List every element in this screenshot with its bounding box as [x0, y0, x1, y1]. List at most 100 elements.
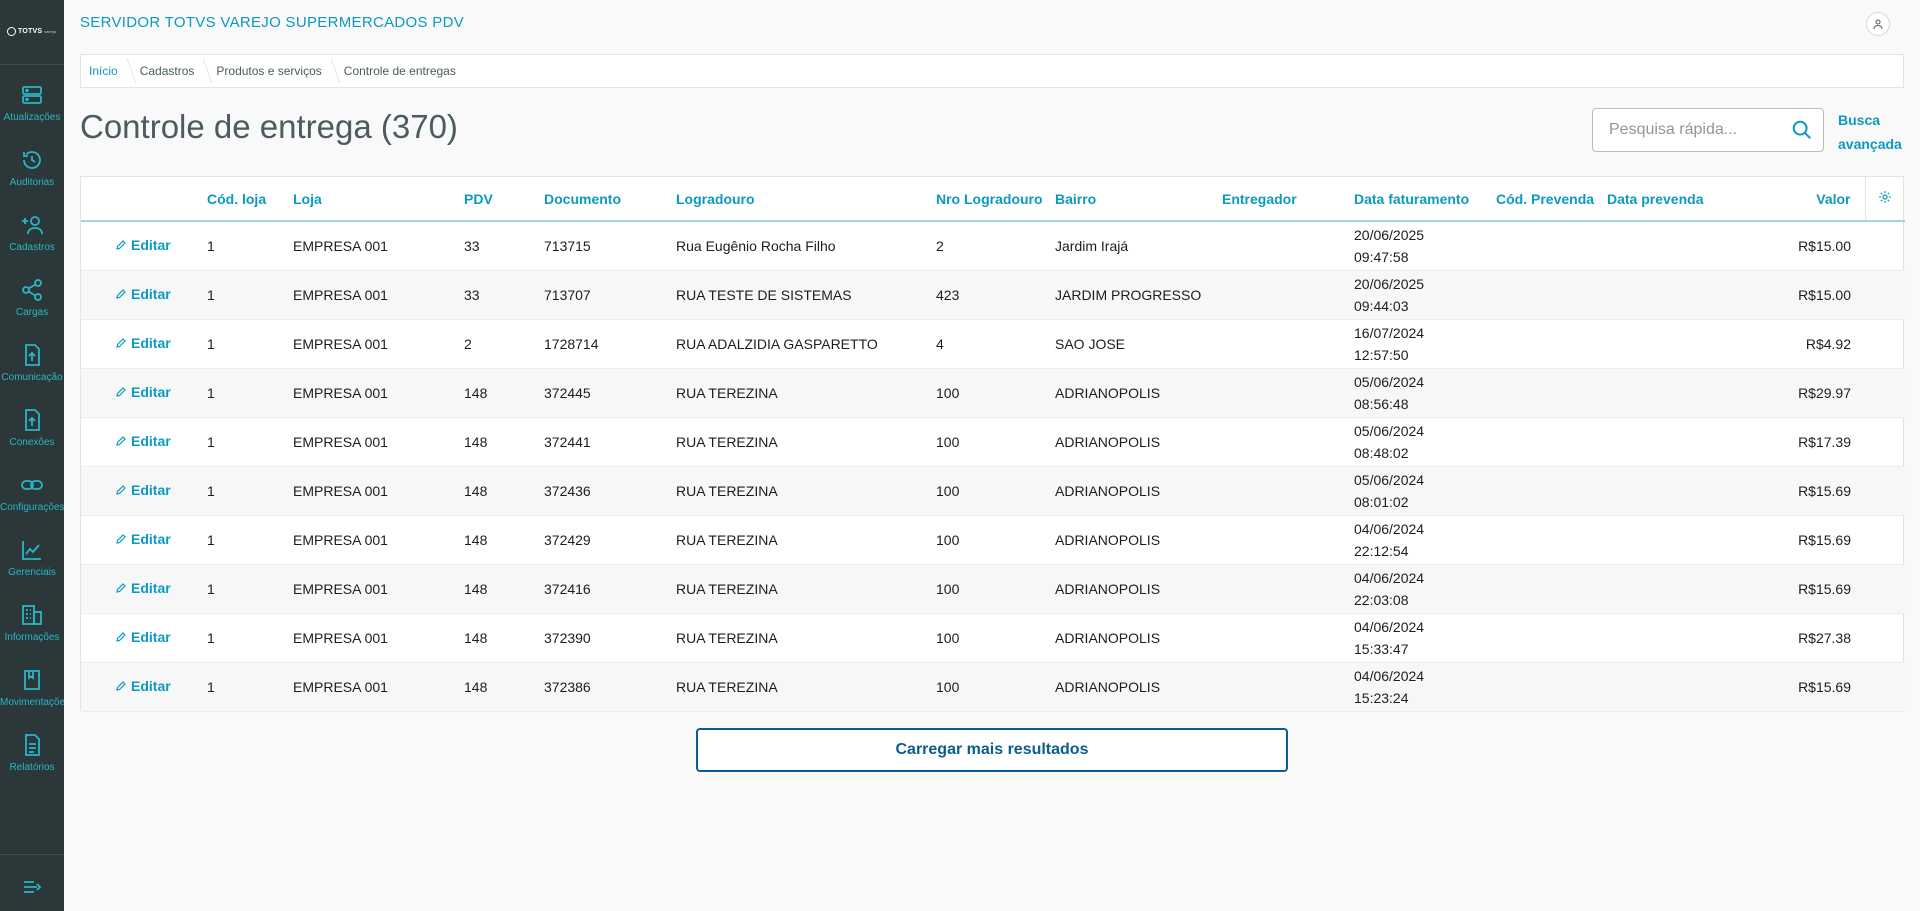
logo-text: TOTVS: [18, 27, 43, 35]
column-header-actions: [81, 177, 201, 221]
cell-cod-prevenda: [1490, 368, 1601, 417]
sidebar-item-movimentacoes[interactable]: Movimentações: [0, 658, 64, 723]
column-header-cod-loja[interactable]: Cód. loja: [201, 177, 287, 221]
cell-valor: R$17.39: [1798, 433, 1851, 450]
cell-date: 04/06/2024: [1354, 667, 1425, 684]
cell-nro: 100: [936, 629, 960, 646]
edit-button[interactable]: Editar: [115, 237, 171, 253]
advanced-search-link[interactable]: Busca avançada: [1838, 108, 1908, 156]
cell-documento: 372386: [544, 678, 591, 695]
sidebar-item-cargas[interactable]: Cargas: [0, 268, 64, 333]
breadcrumb-item-produtos-servicos[interactable]: Produtos e serviços: [208, 55, 335, 87]
cell-pdv: 2: [464, 335, 472, 352]
sidebar-item-informacoes[interactable]: Informações: [0, 593, 64, 658]
table-row: Editar 1 EMPRESA 001 148 372445 RUA TEREZINA…: [81, 368, 1905, 417]
cell-cod-prevenda: [1490, 662, 1601, 711]
advanced-search-label-line2: avançada: [1838, 136, 1902, 152]
edit-button[interactable]: Editar: [115, 286, 171, 302]
sidebar-item-cadastros[interactable]: Cadastros: [0, 203, 64, 268]
column-header-logradouro[interactable]: Logradouro: [670, 177, 930, 221]
edit-button[interactable]: Editar: [115, 384, 171, 400]
search-input[interactable]: [1593, 121, 1783, 139]
column-header-cod-prevenda[interactable]: Cód. Prevenda: [1490, 177, 1601, 221]
cell-entregador: [1216, 368, 1348, 417]
cell-nro: 100: [936, 433, 960, 450]
cell-loja: EMPRESA 001: [293, 433, 388, 450]
cell-cod-loja: 1: [207, 286, 215, 303]
cell-data-prevenda: [1601, 613, 1749, 662]
sidebar-item-label: Movimentações: [0, 697, 64, 708]
cell-date: 04/06/2024: [1354, 569, 1425, 586]
cell-nro: 4: [936, 335, 944, 352]
edit-label: Editar: [131, 335, 171, 351]
edit-button[interactable]: Editar: [115, 433, 171, 449]
edit-button[interactable]: Editar: [115, 482, 171, 498]
chart-icon: [22, 541, 41, 560]
cell-nro: 100: [936, 580, 960, 597]
cell-data-faturamento: 04/06/2024 15:23:24: [1348, 662, 1490, 711]
column-settings-button[interactable]: [1864, 177, 1905, 221]
breadcrumb: Início Cadastros Produtos e serviços Con…: [80, 54, 1904, 88]
column-header-data-faturamento[interactable]: Data faturamento: [1348, 177, 1490, 221]
sidebar-item-comunicacao[interactable]: Comunicação: [0, 333, 64, 398]
column-header-documento[interactable]: Documento: [538, 177, 670, 221]
edit-button[interactable]: Editar: [115, 629, 171, 645]
cell-logradouro: RUA TEREZINA: [676, 531, 778, 548]
cell-entregador: [1216, 221, 1348, 270]
user-menu-button[interactable]: [1866, 12, 1890, 36]
cell-documento: 713707: [544, 286, 591, 303]
cell-valor: R$15.69: [1798, 580, 1851, 597]
sidebar-item-relatorios[interactable]: Relatórios: [0, 723, 64, 788]
sidebar-divider: [0, 64, 64, 65]
cell-loja: EMPRESA 001: [293, 286, 388, 303]
cell-nro: 100: [936, 384, 960, 401]
cell-bairro: ADRIANOPOLIS: [1055, 531, 1161, 548]
cell-time: 08:56:48: [1354, 395, 1409, 412]
cell-bairro: ADRIANOPOLIS: [1055, 678, 1161, 695]
cell-time: 15:33:47: [1354, 640, 1409, 657]
menu-collapse-icon[interactable]: [20, 875, 44, 899]
edit-button[interactable]: Editar: [115, 580, 171, 596]
column-header-entregador[interactable]: Entregador: [1216, 177, 1348, 221]
column-header-nro-logradouro[interactable]: Nro Logradouro: [930, 177, 1049, 221]
breadcrumb-item-cadastros[interactable]: Cadastros: [132, 55, 209, 87]
breadcrumb-item-inicio[interactable]: Início: [81, 55, 132, 87]
edit-button[interactable]: Editar: [115, 335, 171, 351]
cell-loja: EMPRESA 001: [293, 384, 388, 401]
cell-bairro: ADRIANOPOLIS: [1055, 384, 1161, 401]
sidebar-item-auditorias[interactable]: Auditorias: [0, 138, 64, 203]
edit-label: Editar: [131, 482, 171, 498]
cell-cod-loja: 1: [207, 482, 215, 499]
cell-loja: EMPRESA 001: [293, 580, 388, 597]
column-header-loja[interactable]: Loja: [287, 177, 458, 221]
edit-label: Editar: [131, 286, 171, 302]
cell-cod-prevenda: [1490, 270, 1601, 319]
sidebar-item-conexoes[interactable]: Conexões: [0, 398, 64, 463]
cell-documento: 713715: [544, 237, 591, 254]
cell-data-prevenda: [1601, 466, 1749, 515]
user-icon: [1873, 19, 1883, 30]
cell-documento: 1728714: [544, 335, 599, 352]
sidebar-item-gerenciais[interactable]: Gerenciais: [0, 528, 64, 593]
search-icon[interactable]: [1791, 119, 1813, 141]
deliveries-table-container: Cód. loja Loja PDV Documento Logradouro …: [80, 176, 1905, 712]
cell-pdv: 148: [464, 482, 488, 499]
sidebar-item-label: Cadastros: [9, 242, 55, 253]
sidebar-item-label: Comunicação: [1, 372, 63, 383]
edit-button[interactable]: Editar: [115, 678, 171, 694]
deliveries-table: Cód. loja Loja PDV Documento Logradouro …: [81, 177, 1905, 712]
cell-cod-loja: 1: [207, 335, 215, 352]
load-more-button[interactable]: Carregar mais resultados: [696, 728, 1288, 772]
user-add-icon: [22, 216, 43, 235]
column-header-data-prevenda[interactable]: Data prevenda: [1601, 177, 1749, 221]
column-header-bairro[interactable]: Bairro: [1049, 177, 1216, 221]
totvs-logo[interactable]: TOTVS varejo: [7, 24, 57, 38]
pencil-icon: [116, 485, 126, 495]
column-header-pdv[interactable]: PDV: [458, 177, 538, 221]
sidebar: TOTVS varejo Atualizações Auditorias Cad…: [0, 0, 64, 911]
edit-button[interactable]: Editar: [115, 531, 171, 547]
column-header-valor[interactable]: Valor: [1749, 177, 1865, 221]
row-actions-cell: Editar: [81, 515, 201, 564]
sidebar-item-atualizacoes[interactable]: Atualizações: [0, 73, 64, 138]
sidebar-item-configuracoes[interactable]: Configurações: [0, 463, 64, 528]
